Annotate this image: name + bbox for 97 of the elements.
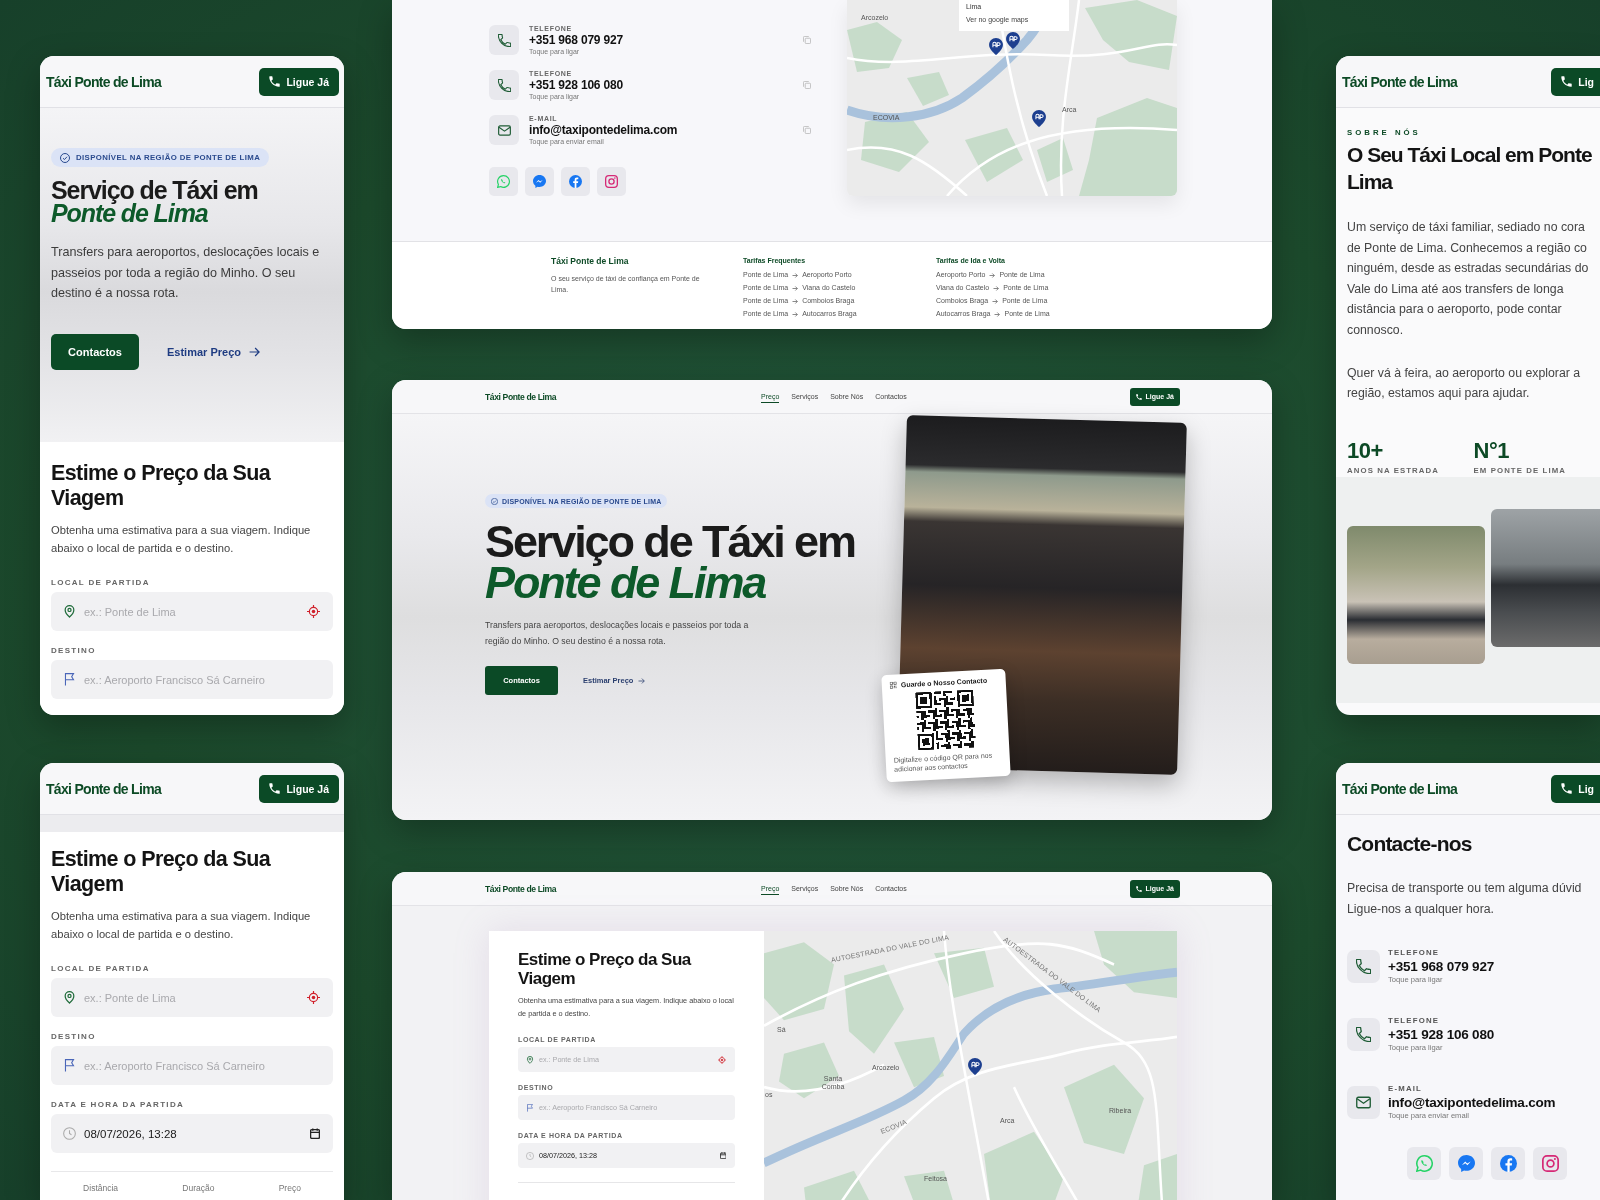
map-marker-icon[interactable] [1006,32,1020,49]
logo[interactable]: Táxi Ponte de Lima [1342,780,1457,797]
flag-icon [526,1103,534,1112]
messenger-icon[interactable] [1449,1147,1483,1180]
map-marker-icon[interactable] [968,1058,982,1075]
arrow-right-icon [792,311,799,317]
hero-text: Transfers para aeroportos, deslocações locais e passeios por toda a região do Minho. O seu destino é a nossa rota. [485,619,750,648]
phone-icon [1347,1018,1380,1051]
phone-icon [269,783,281,794]
flag-icon [63,673,76,686]
arrow-right-icon [792,298,799,304]
map-marker-icon[interactable] [1032,110,1046,127]
pickup-field[interactable]: ex.: Ponte de Lima [51,978,333,1017]
logo[interactable]: Táxi Ponte de Lima [46,73,161,90]
arrow-right-icon [989,272,996,278]
hero-text: Transfers para aeroportos, deslocações locais e passeios por toda a região do Minho. O seu destino é a nossa rota. [51,244,321,302]
logo[interactable]: Táxi Ponte de Lima [1342,73,1457,90]
field-label: LOCAL DE PARTIDA [51,578,151,587]
field-label: DESTINO [51,646,97,655]
estimate-price-link[interactable]: Estimar Preço [167,345,260,358]
arrow-right-icon [249,346,260,357]
phone-icon [269,76,281,87]
arrow-right-icon [792,272,799,278]
result-label: Duração [182,1183,215,1193]
clock-icon [63,1127,76,1140]
section-title: Estime o Preço da Sua Viagem [518,951,693,988]
section-text: Precisa de transporte ou tem alguma dúvid Ligue-nos a qualquer hora. [1347,880,1583,918]
arrow-right-icon [992,298,999,304]
destination-field[interactable]: ex.: Aeroporto Francisco Sá Carneiro [51,1046,333,1085]
target-icon[interactable] [307,991,320,1004]
arrow-right-icon [792,285,799,291]
phone-icon [1561,783,1573,794]
contact-link[interactable]: info@taxipontedelima.com [529,122,678,137]
destination-field[interactable]: ex.: Aeroporto Francisco Sá Carneiro [51,660,333,699]
call-button[interactable]: Ligue Já [259,774,339,803]
contacts-button[interactable]: Contactos [51,333,139,370]
contact-link[interactable]: info@taxipontedelima.com [1388,1094,1556,1111]
about-paragraph: Quer vá à feira, ao aeroporto ou explorar a região, estamos aqui para ajudar. [1347,364,1582,403]
call-button[interactable]: Ligue Já [259,67,339,96]
hero-title: Serviço de Táxi em Ponte de Lima [51,179,259,225]
clock-icon [526,1151,534,1160]
section-text: Obtenha uma estimativa para a sua viagem. Indique abaixo o local de partida e o destino. [51,909,312,942]
logo[interactable]: Táxi Ponte de Lima [485,883,761,894]
footer-brand[interactable]: Táxi Ponte de Lima [551,256,743,266]
result-label: Distância [83,1183,119,1193]
logo[interactable]: Táxi Ponte de Lima [46,780,161,797]
pickup-field[interactable]: ex.: Ponte de Lima [51,592,333,631]
field-label: DESTINO [51,1032,97,1041]
stat-value: 10+ [1347,438,1384,463]
instagram-icon[interactable] [597,167,626,196]
section-title: Estime o Preço da Sua Viagem [51,461,272,511]
field-label: LOCAL DE PARTIDA [51,964,151,973]
qr-icon [889,681,897,689]
map-pin-icon [63,991,76,1004]
phone-icon [1347,950,1380,983]
section-title: Estime o Preço da Sua Viagem [51,847,272,897]
field-label: DATA E HORA DA PARTIDA [51,1100,186,1109]
arrow-right-icon [993,285,1000,291]
target-icon[interactable] [718,1055,726,1064]
phone-icon [1561,76,1573,87]
contact-link[interactable]: +351 928 106 080 [529,77,623,92]
stat-value: N°1 [1473,438,1510,463]
hero-title: Serviço de Táxi em Ponte de Lima [485,521,855,603]
call-button[interactable]: Lig [1551,67,1600,96]
phone-icon [1135,393,1142,400]
calendar-icon[interactable] [719,1152,726,1159]
check-circle-icon [60,152,70,163]
section-title: Contacte-nos [1347,832,1473,856]
contact-link[interactable]: +351 968 079 927 [529,32,623,47]
target-icon[interactable] [307,605,320,618]
facebook-icon[interactable] [561,167,590,196]
flag-icon [63,1059,76,1072]
mail-icon [1347,1086,1380,1119]
arrow-right-icon [994,311,1001,317]
map-marker-icon[interactable] [989,38,1003,55]
call-button[interactable]: Lig [1551,774,1600,803]
instagram-icon[interactable] [1533,1147,1567,1180]
mail-icon [489,115,519,145]
calendar-icon[interactable] [310,1128,320,1139]
messenger-icon[interactable] [525,167,554,196]
map-pin-icon [63,605,76,618]
logo[interactable]: Táxi Ponte de Lima [485,391,761,402]
facebook-icon[interactable] [1491,1147,1525,1180]
contact-link[interactable]: +351 968 079 927 [1388,958,1495,975]
about-paragraph: Um serviço de táxi familiar, sediado no cora de Ponte de Lima. Conhecemos a região co ninguém, desde as estradas secundárias do Vale do Lima até aos transfers de longa distância para o aeroporto, pode contar connosco. [1347,219,1590,339]
result-label: Preço [278,1183,301,1193]
qr-code[interactable] [915,689,977,751]
phone-icon [489,25,519,55]
datetime-field[interactable]: 08/07/2026, 13:28 [51,1114,333,1153]
contact-link[interactable]: +351 928 106 080 [1388,1026,1495,1043]
phone-icon [489,70,519,100]
arrow-right-icon [638,677,646,684]
phone-icon [1135,885,1142,892]
map-pin-icon [526,1055,534,1064]
check-circle-icon [491,497,498,505]
section-text: Obtenha uma estimativa para a sua viagem. Indique abaixo o local de partida e o destino. [51,523,312,556]
section-title: O Seu Táxi Local em Ponte Lima [1347,142,1593,195]
